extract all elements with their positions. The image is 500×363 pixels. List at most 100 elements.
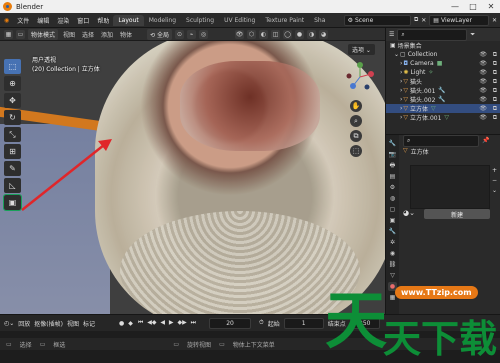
scene-tab-icon[interactable]: ⚙	[388, 183, 397, 192]
scene-copy-icon[interactable]: ⧉	[414, 16, 418, 24]
jump-start-icon[interactable]: ⏮	[138, 319, 143, 326]
preview-range-icon[interactable]: ⏱	[259, 319, 264, 327]
render-camera-icon[interactable]: ⧉	[493, 69, 497, 77]
menu-playback[interactable]: 回放	[18, 319, 30, 328]
object-mode-dropdown[interactable]: 物体模式	[28, 28, 59, 40]
object-tab-icon[interactable]: ▣	[388, 216, 397, 225]
filter-icon[interactable]: ⏷	[470, 31, 475, 39]
render-camera-icon[interactable]: ⧉	[493, 78, 497, 86]
view-layer-tab-icon[interactable]: ▤	[388, 172, 397, 181]
render-camera-icon[interactable]: ⧉	[493, 51, 497, 59]
editor-type-icon[interactable]: ▦	[4, 29, 13, 39]
camera-view-icon[interactable]: ⧉	[350, 130, 362, 142]
snap-icon[interactable]: ⌁	[187, 29, 197, 39]
outliner-row-camera[interactable]: › ◘ Camera ■ 👁 ⧉	[386, 59, 500, 68]
outliner-row-scene-collection[interactable]: ▣ 场景集合	[386, 41, 500, 50]
menu-select[interactable]: 选择	[80, 30, 96, 39]
keyframe-icon[interactable]: ◆	[128, 320, 133, 327]
menu-object[interactable]: 物体	[118, 30, 134, 39]
shading-solid-icon[interactable]: ●	[295, 29, 305, 39]
annotate-icon[interactable]: ✎	[4, 161, 21, 176]
proportional-icon[interactable]: ◎	[199, 29, 209, 39]
menu-render[interactable]: 渲染	[53, 16, 73, 25]
tab-modeling[interactable]: Modeling	[144, 15, 181, 26]
render-camera-icon[interactable]: ⧉	[493, 105, 497, 113]
outliner-row-mesh-selected[interactable]: › ▽ 立方体 ▽ 👁 ⧉	[386, 104, 500, 113]
play-reverse-icon[interactable]: ◀	[160, 319, 165, 326]
start-frame-field[interactable]: 1	[283, 317, 324, 329]
menu-help[interactable]: 帮助	[93, 16, 113, 25]
pin-icon[interactable]: 📌	[482, 137, 489, 144]
tab-layout[interactable]: Layout	[113, 14, 144, 26]
world-tab-icon[interactable]: ◍	[388, 194, 397, 203]
record-icon[interactable]: ●	[119, 320, 124, 327]
zoom-icon[interactable]: ⌕	[350, 115, 362, 127]
menu-view[interactable]: 视图	[61, 30, 77, 39]
render-camera-icon[interactable]: ⧉	[493, 114, 497, 122]
next-key-icon[interactable]: ◆▶	[177, 319, 186, 326]
tab-texture-paint[interactable]: Texture Paint	[260, 15, 309, 26]
viewlayer-close-icon[interactable]: ✕	[492, 17, 497, 24]
menu-marker[interactable]: 标记	[83, 319, 95, 328]
visibility-eye-icon[interactable]: 👁	[479, 114, 487, 121]
visibility-eye-icon[interactable]: 👁	[479, 60, 487, 67]
tab-sculpting[interactable]: Sculpting	[181, 15, 219, 26]
blender-menu-icon[interactable]: ◉	[0, 17, 13, 24]
outliner-row-mesh[interactable]: › ▽ 立方体.001 ▽ 👁 ⧉	[386, 113, 500, 123]
outliner-row-collection[interactable]: ⌄ ▢ Collection 👁 ⧉	[386, 50, 500, 59]
play-icon[interactable]: ▶	[169, 319, 174, 326]
viewlayer-field[interactable]: ▤ ViewLayer	[429, 14, 489, 26]
visibility-eye-icon[interactable]: 👁	[479, 51, 487, 58]
material-slot-list[interactable]	[410, 165, 490, 209]
remove-slot-icon[interactable]: −	[492, 177, 497, 184]
render-camera-icon[interactable]: ⧉	[493, 60, 497, 68]
menu-file[interactable]: 文件	[13, 16, 33, 25]
cursor-icon[interactable]: ⊕	[4, 76, 21, 91]
ortho-toggle-icon[interactable]: ⬚	[350, 145, 362, 157]
physics-tab-icon[interactable]: ◉	[388, 249, 397, 258]
minimize-button[interactable]: —	[446, 0, 464, 13]
outliner-search-input[interactable]: ⌕	[397, 28, 468, 41]
visibility-eye-icon[interactable]: 👁	[479, 78, 487, 85]
visibility-eye-icon[interactable]: 👁	[479, 105, 487, 112]
modifier-tab-icon[interactable]: 🔧	[388, 227, 397, 236]
shading-render-icon[interactable]: ◕	[319, 29, 329, 39]
move-icon[interactable]: ✥	[4, 93, 21, 108]
render-tab-icon[interactable]: 📷	[388, 150, 397, 159]
material-browse-icon[interactable]: ◕⌄	[403, 209, 415, 217]
timeline-editor-icon[interactable]: ◴⌄	[4, 320, 14, 327]
transform-icon[interactable]: ⊞	[4, 144, 21, 159]
tab-shading[interactable]: Sha	[309, 15, 330, 26]
options-dropdown[interactable]: 选项 ⌄	[348, 44, 375, 55]
outliner-row-mesh[interactable]: › ▽ 猫头.001 🔧 👁 ⧉	[386, 86, 500, 96]
close-button[interactable]: ✕	[482, 0, 500, 13]
tool-tab-icon[interactable]: 🔧	[388, 139, 397, 148]
visibility-icon[interactable]: 👁	[235, 29, 245, 39]
add-cube-icon[interactable]: ▣	[3, 194, 22, 211]
rotate-icon[interactable]: ↻	[4, 110, 21, 125]
navigation-gizmo[interactable]	[345, 62, 375, 92]
particles-tab-icon[interactable]: ✲	[388, 238, 397, 247]
tab-uv-editing[interactable]: UV Editing	[219, 15, 260, 26]
constraints-tab-icon[interactable]: ⛓	[388, 260, 397, 269]
scale-icon[interactable]: ⤡	[4, 127, 21, 142]
select-mode-icon[interactable]: ▭	[16, 29, 25, 39]
collection-tab-icon[interactable]: ▢	[388, 205, 397, 214]
pan-icon[interactable]: ✋	[350, 100, 362, 112]
menu-edit[interactable]: 编辑	[33, 16, 53, 25]
prev-key-icon[interactable]: ◀◆	[147, 319, 156, 326]
measure-icon[interactable]: ◺	[4, 178, 21, 193]
transform-orientation-dropdown[interactable]: ⟲ 全局	[147, 28, 173, 40]
select-box-icon[interactable]: ⬚	[4, 59, 21, 74]
visibility-eye-icon[interactable]: 👁	[479, 69, 487, 76]
outliner-row-mesh[interactable]: › ▽ 猫头.002 🔧 👁 ⧉	[386, 95, 500, 105]
slot-menu-icon[interactable]: ⌄	[492, 187, 497, 194]
jump-end-icon[interactable]: ⏭	[191, 319, 196, 326]
scene-field[interactable]: ⚙ Scene	[343, 14, 411, 26]
menu-view[interactable]: 视图	[67, 319, 79, 328]
properties-search-input[interactable]: ⌕	[403, 134, 479, 147]
menu-window[interactable]: 窗口	[73, 16, 93, 25]
render-camera-icon[interactable]: ⧉	[493, 96, 497, 104]
render-camera-icon[interactable]: ⧉	[493, 87, 497, 95]
xray-icon[interactable]: ◫	[271, 29, 281, 39]
